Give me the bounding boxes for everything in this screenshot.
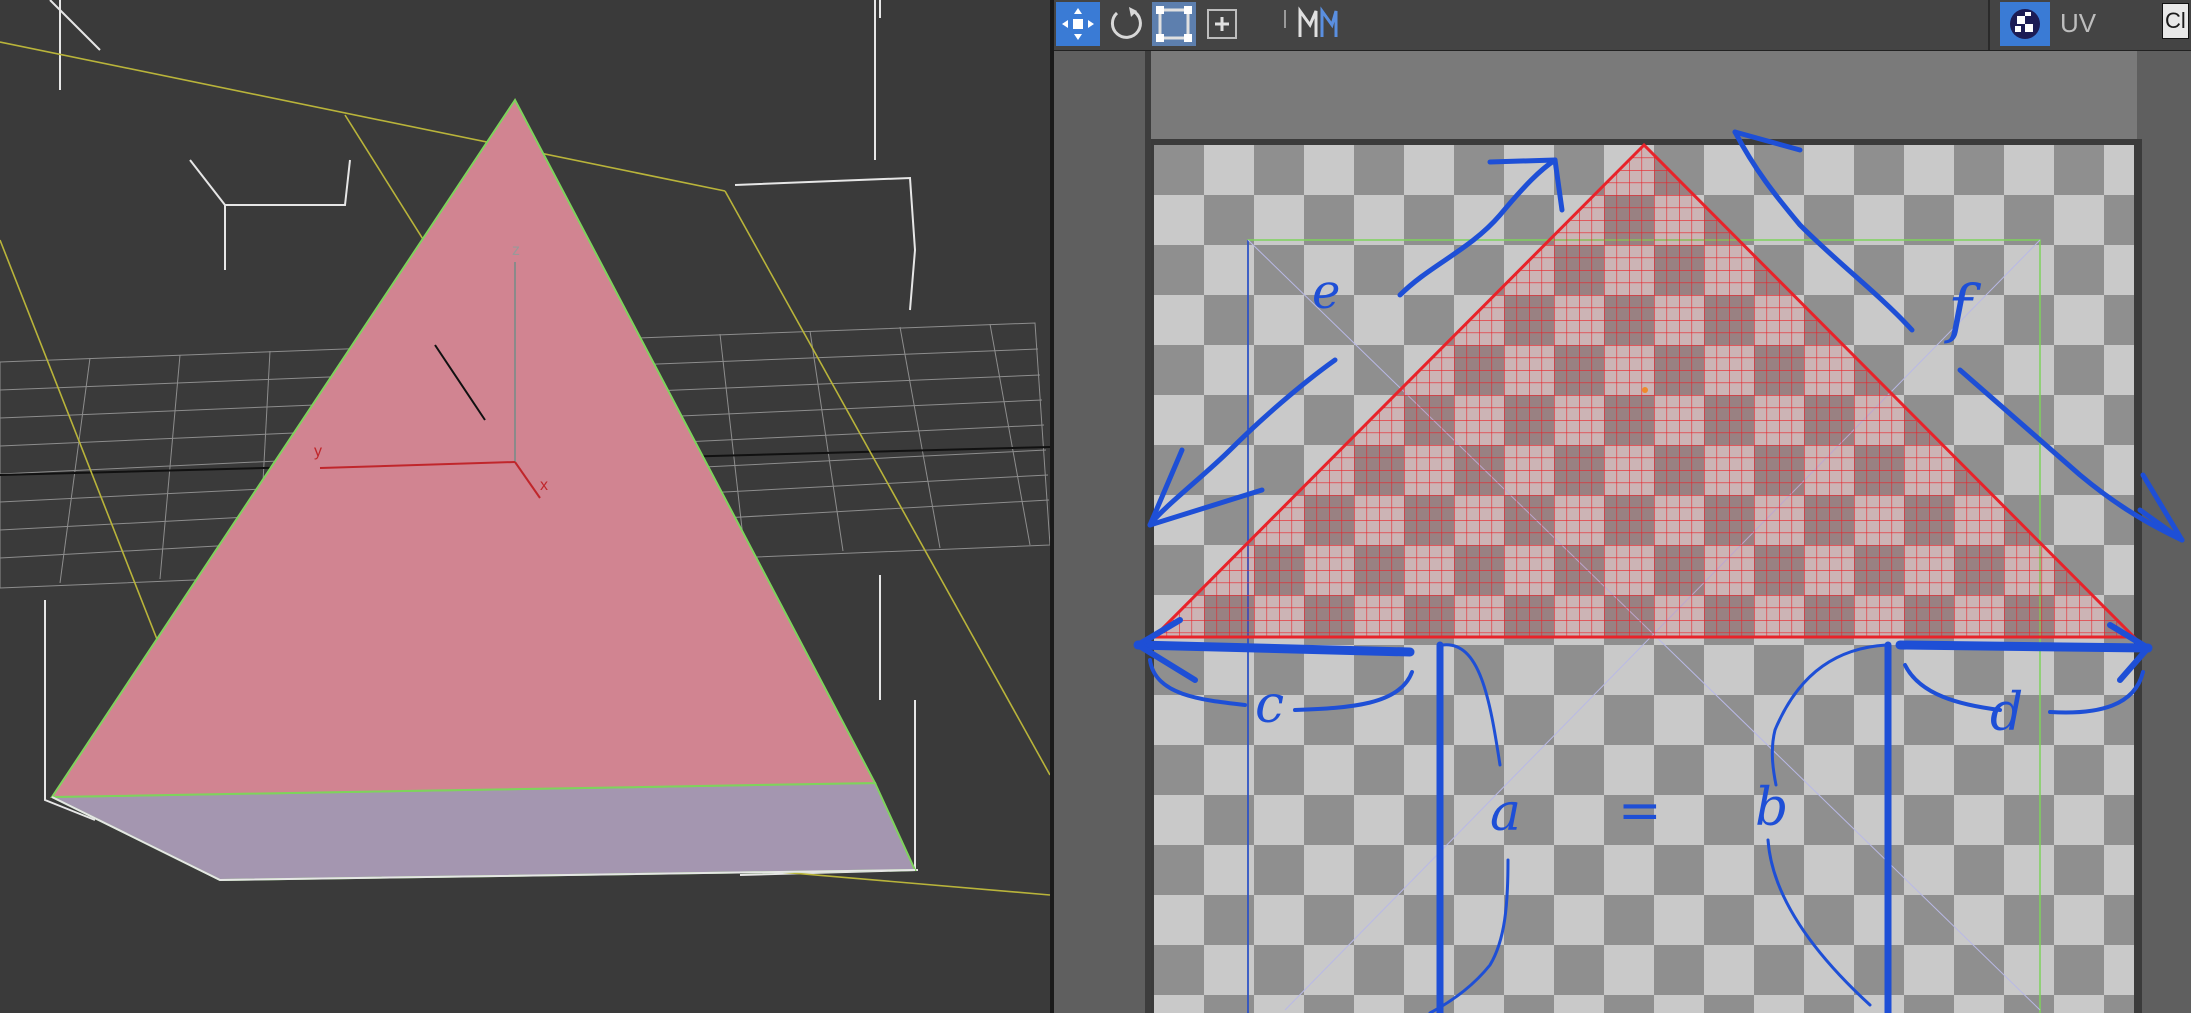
y-axis-label: y (314, 443, 322, 460)
pyramid-front-face[interactable] (50, 98, 877, 799)
z-axis-label: z (512, 242, 520, 259)
uv-channel-label[interactable]: UV (2060, 8, 2096, 39)
toolbar-separator (1284, 10, 1286, 28)
move-tool-button[interactable] (1056, 2, 1100, 46)
toolbar-separator-right (1988, 0, 1990, 50)
scale-icon (1156, 6, 1192, 42)
uv-workspace[interactable] (1054, 50, 2191, 1013)
mirror-icon (1298, 6, 1338, 37)
perspective-viewport[interactable]: z y x (0, 0, 1050, 1013)
uv-toolbar (1054, 0, 2191, 51)
app-window: z y x UV Cl a b c d e f = (0, 0, 2191, 1013)
uv-editor-panel (1054, 0, 2191, 1013)
rotate-icon (1110, 7, 1142, 39)
scale-tool-button[interactable] (1152, 2, 1196, 46)
rotate-tool-button[interactable] (1104, 2, 1148, 46)
checker-map-icon (2010, 9, 2040, 39)
freeform-tool-button[interactable] (1200, 2, 1244, 46)
checker-map-button[interactable] (2000, 2, 2050, 46)
freeform-icon (1207, 9, 1237, 39)
x-axis-label: x (540, 477, 548, 494)
move-icon (1062, 8, 1094, 40)
truncated-toolbar-field[interactable]: Cl (2162, 3, 2189, 39)
pyramid-bottom-face (51, 781, 917, 882)
viewport-scene: z y x (0, 0, 1050, 896)
mirror-tool-button[interactable] (1294, 2, 1342, 46)
